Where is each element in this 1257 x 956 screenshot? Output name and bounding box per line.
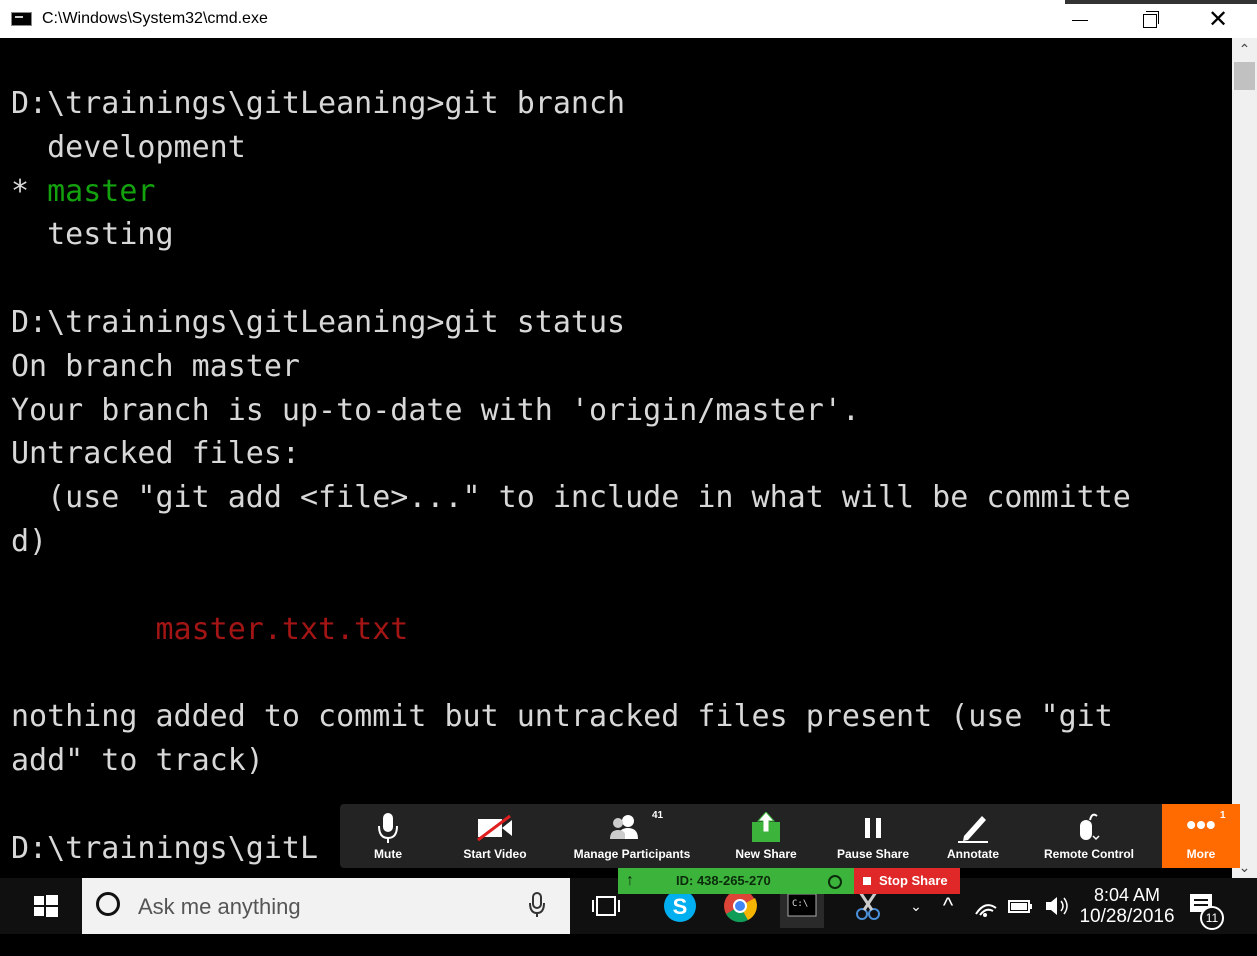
mute-label: Mute xyxy=(374,847,402,861)
volume-icon[interactable] xyxy=(1040,878,1072,934)
restore-icon xyxy=(1143,10,1159,28)
stop-share-button[interactable]: Stop Share xyxy=(854,868,960,894)
console-line: nothing added to commit but untracked fi… xyxy=(11,695,1131,739)
console-line-text: D:\trainings\gitLeaning>git branch xyxy=(11,86,626,121)
mute-button[interactable]: Mute xyxy=(358,804,418,868)
notification-count-badge: 11 xyxy=(1200,906,1224,930)
pencil-icon xyxy=(958,816,988,843)
manage-participants-button[interactable]: 41 Manage Participants xyxy=(562,804,702,868)
wifi-icon[interactable] xyxy=(970,878,1000,934)
svg-text:C:\: C:\ xyxy=(792,899,808,909)
console-output[interactable]: D:\trainings\gitLeaning>git branch devel… xyxy=(0,38,1232,878)
console-line: Your branch is up-to-date with 'origin/m… xyxy=(11,389,1131,433)
search-placeholder: Ask me anything xyxy=(138,894,301,919)
console-line: development xyxy=(11,126,1131,170)
manage-participants-label: Manage Participants xyxy=(573,847,691,861)
status-circle-icon xyxy=(828,875,842,889)
console-line-text: D:\trainings\gitL xyxy=(11,830,319,866)
scrollbar-thumb[interactable] xyxy=(1234,62,1255,90)
console-line-text: add" to track) xyxy=(11,742,264,778)
close-icon: ✕ xyxy=(1207,6,1229,33)
stop-square-icon xyxy=(863,877,871,885)
console-line-text: D:\trainings\gitLeaning>git status xyxy=(11,304,626,340)
console-line-text: Your branch is up-to-date with 'origin/m… xyxy=(11,392,860,428)
console-line-text: On branch master xyxy=(11,348,300,384)
svg-text:S: S xyxy=(673,894,688,919)
more-dots-icon: ••• xyxy=(1186,809,1216,840)
new-share-label: New Share xyxy=(735,847,797,861)
stop-share-label: Stop Share xyxy=(879,873,948,888)
annotate-button[interactable]: Annotate xyxy=(936,804,1010,868)
scroll-up-arrow-icon[interactable]: ⌃ xyxy=(1232,38,1257,60)
close-button[interactable]: ✕ xyxy=(1188,4,1248,36)
console-line-text: development xyxy=(11,129,246,165)
remote-control-button[interactable]: Remote Control xyxy=(1032,804,1146,868)
mouse-icon xyxy=(1080,813,1100,841)
window-title: C:\Windows\System32\cmd.exe xyxy=(42,10,268,27)
annotate-label: Annotate xyxy=(947,847,999,861)
new-share-button[interactable]: New Share xyxy=(726,804,806,868)
vertical-scrollbar[interactable]: ⌃ ⌄ xyxy=(1232,38,1257,878)
meeting-id: ID: 438-265-270 xyxy=(676,873,771,888)
console-line: D:\trainings\gitLeaning>git branch xyxy=(11,82,1131,126)
clock-time: 8:04 AM xyxy=(1093,885,1161,905)
minimize-icon xyxy=(1072,20,1088,22)
current-branch-marker: * xyxy=(11,173,48,209)
maximize-button[interactable] xyxy=(1120,4,1180,36)
console-line: testing xyxy=(11,213,1131,257)
zoom-meeting-toolbar: Mute Start Video 41 Manage Participants … xyxy=(340,804,1240,868)
pause-share-button[interactable]: Pause Share xyxy=(828,804,918,868)
console-line: * master xyxy=(11,170,1131,214)
video-off-icon xyxy=(477,814,512,842)
pause-icon xyxy=(865,818,881,838)
console-line: master.txt.txt xyxy=(11,608,1131,652)
taskbar-clock[interactable]: 8:04 AM 10/28/2016 xyxy=(1078,884,1176,928)
console-line-text: d) xyxy=(11,523,48,559)
console-line-text: (use "git add <file>..." to include in w… xyxy=(11,480,1131,516)
start-video-label: Start Video xyxy=(463,847,527,861)
start-video-button[interactable]: Start Video xyxy=(450,804,540,868)
cmd-app-icon xyxy=(11,12,32,26)
battery-icon[interactable] xyxy=(1004,878,1036,934)
console-line: On branch master xyxy=(11,345,1131,389)
more-button[interactable]: ••• 1 More xyxy=(1162,804,1240,868)
console-line: Untracked files: xyxy=(11,432,1131,476)
windows-logo-icon xyxy=(34,895,58,917)
remote-control-label: Remote Control xyxy=(1044,847,1134,861)
participant-count-badge: 41 xyxy=(652,810,664,821)
cortana-search-box[interactable]: Ask me anything xyxy=(82,878,570,934)
participants-icon xyxy=(610,815,638,839)
start-button[interactable] xyxy=(20,878,70,934)
share-arrow-icon: ↑ xyxy=(626,872,634,889)
console-lines: D:\trainings\gitLeaning>git branch devel… xyxy=(11,82,1131,870)
console-line-text: nothing added to commit but untracked fi… xyxy=(11,699,1113,735)
more-label: More xyxy=(1186,847,1216,861)
console-line: d) xyxy=(11,520,1131,564)
cortana-icon xyxy=(96,892,120,916)
console-line: (use "git add <file>..." to include in w… xyxy=(11,476,1131,520)
meeting-id-bar[interactable]: ↑ ID: 438-265-270 xyxy=(618,868,854,894)
console-line: add" to track) xyxy=(11,739,1131,783)
console-line-text: Untracked files: xyxy=(11,436,300,472)
console-line-text: master.txt.txt xyxy=(11,611,409,647)
clock-date: 10/28/2016 xyxy=(1079,906,1175,927)
microphone-icon[interactable] xyxy=(528,890,546,920)
window-title-bar[interactable]: C:\Windows\System32\cmd.exe ✕ xyxy=(0,0,1257,38)
more-badge: 1 xyxy=(1220,810,1226,821)
console-line-text: master xyxy=(47,173,156,209)
pause-share-label: Pause Share xyxy=(836,847,910,861)
console-line: D:\trainings\gitLeaning>git status xyxy=(11,301,1131,345)
console-line-text: testing xyxy=(11,217,174,253)
microphone-icon xyxy=(378,813,398,843)
action-center-button[interactable]: 11 xyxy=(1186,890,1224,930)
share-upload-icon xyxy=(752,812,780,842)
minimize-button[interactable] xyxy=(1050,4,1110,36)
